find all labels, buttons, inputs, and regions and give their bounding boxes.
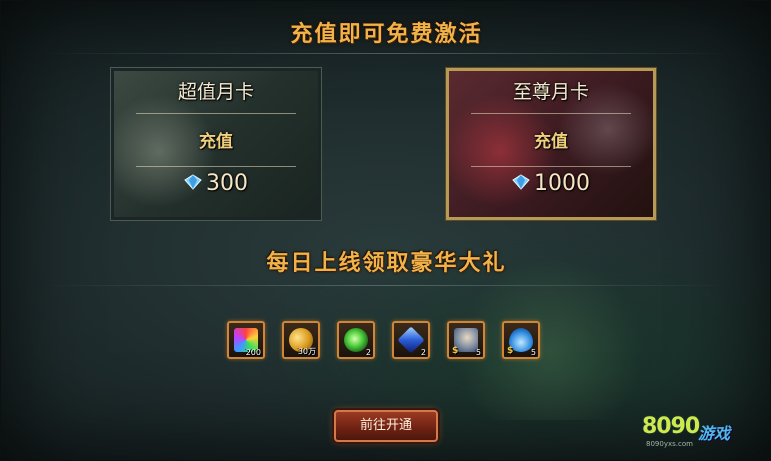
coin-icon: $ [452,346,459,356]
divider-top [41,53,731,54]
reward-item[interactable]: 2 [337,321,375,359]
reward-item[interactable]: $ 5 [447,321,485,359]
green-orb-icon [344,328,368,352]
diamond-icon [512,173,530,194]
reward-item[interactable]: $ 5 [502,321,540,359]
card-divider [136,166,296,167]
activation-heading: 充值即可免费激活 [290,22,483,47]
reward-item[interactable]: 2 [392,321,430,359]
watermark-number: 8090 [642,414,700,439]
price-value: 1000 [534,171,590,196]
site-watermark: 8090 游戏 8090yxs.com [642,408,760,452]
item-count: 2 [420,348,426,357]
watermark-url: 8090yxs.com [646,440,693,448]
card-subtitle: 充值 [534,132,568,152]
reward-item[interactable]: 30万 [282,321,320,359]
item-count: 5 [475,348,481,357]
item-count: 2 [365,348,371,357]
card-subtitle: 充值 [199,132,233,152]
monthly-card-supreme[interactable]: 至尊月卡 充值 1000 [445,67,657,221]
card-price: 1000 [449,171,653,196]
daily-reward-heading: 每日上线领取豪华大礼 [266,251,507,276]
watermark-text: 游戏 [698,424,731,443]
diamond-icon [184,173,202,194]
card-divider [471,113,631,114]
card-title: 超值月卡 [177,81,254,103]
card-divider [136,113,296,114]
divider-middle [41,285,731,286]
coin-icon: $ [507,346,514,356]
card-title: 至尊月卡 [512,81,589,103]
monthly-card-value[interactable]: 超值月卡 充值 300 [110,67,322,221]
activate-button[interactable]: 前往开通 [334,410,438,442]
item-count: 30万 [297,347,316,356]
card-divider [471,166,631,167]
reward-item[interactable]: 200 [227,321,265,359]
card-price: 300 [114,171,318,196]
item-count: 5 [530,348,536,357]
price-value: 300 [206,171,248,196]
reward-items: 200 30万 2 2 $ 5 $ 5 [227,321,547,363]
item-count: 200 [245,348,261,357]
